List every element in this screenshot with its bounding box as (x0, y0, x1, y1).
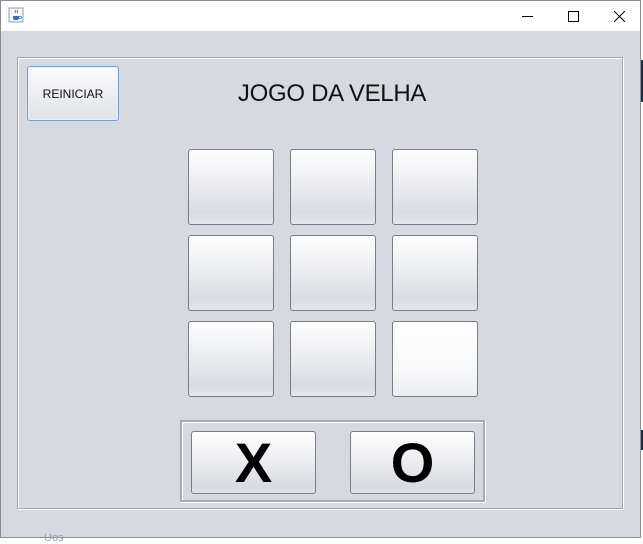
close-icon (613, 10, 625, 22)
java-coffee-icon (8, 7, 24, 23)
restart-button[interactable]: REINICIAR (27, 66, 119, 121)
player-x-button[interactable]: X (191, 431, 316, 494)
board-cell-7[interactable] (188, 321, 274, 397)
player-select-panel: X O (180, 420, 485, 502)
board-cell-1[interactable] (188, 149, 274, 225)
board-cell-6[interactable] (392, 235, 478, 311)
minimize-button[interactable] (504, 1, 550, 31)
player-o-button[interactable]: O (350, 431, 475, 494)
board-cell-5[interactable] (290, 235, 376, 311)
maximize-button[interactable] (550, 1, 596, 31)
minimize-icon (521, 15, 533, 17)
app-window: REINICIAR JOGO DA VELHA X O (0, 0, 641, 538)
board-cell-2[interactable] (290, 149, 376, 225)
maximize-icon (567, 10, 579, 22)
board-cell-9[interactable] (392, 321, 478, 397)
board-cell-3[interactable] (392, 149, 478, 225)
game-title: JOGO DA VELHA (237, 80, 427, 107)
close-button[interactable] (596, 1, 642, 31)
game-panel: REINICIAR JOGO DA VELHA X O (1, 31, 640, 537)
board-cell-4[interactable] (188, 235, 274, 311)
board-cell-8[interactable] (290, 321, 376, 397)
title-bar[interactable] (1, 1, 640, 31)
background-window-text: Uos (44, 532, 64, 544)
